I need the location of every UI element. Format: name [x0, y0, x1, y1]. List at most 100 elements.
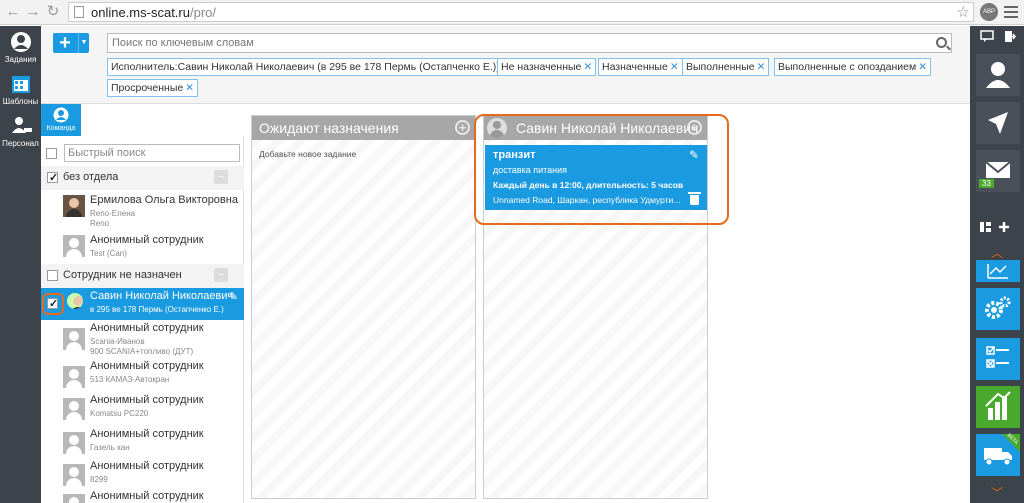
- employee-sub: Газель кан: [90, 443, 130, 452]
- settings-button[interactable]: [976, 288, 1020, 330]
- filter-tag-unassigned[interactable]: Не назначенные ✕: [497, 58, 597, 76]
- column-title: Ожидают назначения: [259, 120, 399, 136]
- employee-item[interactable]: Анонимный сотрудник Komatsu PC220: [41, 392, 244, 424]
- close-icon[interactable]: ✕: [185, 82, 194, 94]
- employee-sub2: 900 SCANIA+топливо (ДУТ): [90, 347, 194, 356]
- edit-icon[interactable]: ✎: [229, 290, 238, 303]
- collapse-icon[interactable]: –: [214, 170, 228, 184]
- close-icon[interactable]: ✕: [583, 61, 592, 73]
- quick-search-input[interactable]: Быстрый поиск: [64, 144, 240, 162]
- page-icon: [74, 6, 84, 18]
- filter-tag-label: Назначенные: [602, 61, 668, 73]
- employee-name: Анонимный сотрудник: [90, 490, 204, 502]
- employee-item[interactable]: Ермилова Ольга Викторовна Reno-Елена Ren…: [41, 192, 244, 228]
- nav-templates[interactable]: Шаблоны: [0, 70, 41, 112]
- close-icon[interactable]: ✕: [918, 61, 927, 73]
- close-icon[interactable]: ✕: [670, 61, 679, 73]
- highlight-ring: [42, 293, 64, 315]
- employee-name: Ермилова Ольга Викторовна: [90, 194, 238, 206]
- employee-item[interactable]: Анонимный сотрудник 8299: [41, 458, 244, 490]
- forward-icon[interactable]: →: [24, 3, 42, 21]
- employee-item[interactable]: Анонимный сотрудник: [41, 488, 244, 503]
- reports-button[interactable]: [976, 260, 1020, 282]
- user-circle-icon: [10, 32, 31, 52]
- filter-tag-overdue[interactable]: Просроченные ✕: [107, 79, 199, 97]
- employee-sub2: Reno: [90, 219, 110, 228]
- scroll-down-chevron-icon[interactable]: ﹀: [970, 484, 1024, 501]
- scroll-up-chevron-icon[interactable]: ︿: [970, 244, 1024, 261]
- employee-item[interactable]: Анонимный сотрудник Test (Can): [41, 232, 244, 264]
- employee-item[interactable]: Анонимный сотрудник Газель кан: [41, 426, 244, 458]
- add-circle-icon[interactable]: +: [455, 120, 470, 135]
- employee-name: Анонимный сотрудник: [90, 460, 204, 472]
- filter-tag-executor[interactable]: Исполнитель:Савин Николай Николаевич (в …: [107, 58, 504, 76]
- checklist-button[interactable]: [976, 338, 1020, 380]
- employee-item[interactable]: Анонимный сотрудник 513 КАМАЗ-Автокран: [41, 358, 244, 390]
- bookmark-star-icon[interactable]: ☆: [957, 3, 970, 21]
- close-icon[interactable]: ✕: [757, 61, 766, 73]
- filter-tag-label: Не назначенные: [501, 61, 582, 73]
- url-text: online.ms-scat.ru/pro/: [91, 5, 216, 20]
- employee-item[interactable]: Анонимный сотрудник Scania-Иванов 900 SC…: [41, 320, 244, 358]
- messages-button[interactable]: 33: [976, 150, 1020, 192]
- growth-chart-icon: [985, 391, 1011, 420]
- avatar: [63, 328, 85, 350]
- employee-item-selected[interactable]: Савин Николай Николаевич в 295 ве 178 Пе…: [41, 288, 244, 320]
- search-icon[interactable]: [936, 37, 947, 48]
- tab-team[interactable]: Команда: [41, 104, 81, 136]
- filter-tag-assigned[interactable]: Назначенные ✕: [598, 58, 683, 76]
- filter-tag-completed[interactable]: Выполненные ✕: [682, 58, 770, 76]
- logout-icon[interactable]: [1004, 30, 1016, 43]
- employee-sub: Reno-Елена: [90, 209, 136, 218]
- search-input[interactable]: Поиск по ключевым словам: [107, 33, 952, 53]
- chart-icon: [987, 264, 1008, 279]
- analytics-button[interactable]: [976, 386, 1020, 428]
- avatar: [63, 195, 85, 217]
- chat-icon[interactable]: [980, 30, 994, 43]
- calendar-icon: [11, 76, 30, 93]
- address-bar[interactable]: online.ms-scat.ru/pro/ ☆: [68, 2, 974, 22]
- collapse-icon[interactable]: –: [214, 268, 228, 282]
- reload-icon[interactable]: ↻: [44, 3, 62, 21]
- add-task-button[interactable]: + ▼: [53, 33, 89, 53]
- browser-toolbar: ← → ↻ online.ms-scat.ru/pro/ ☆ ABP: [0, 0, 1024, 25]
- group-checkbox[interactable]: [47, 171, 58, 184]
- filter-bar: + ▼ Поиск по ключевым словам Исполнитель…: [41, 26, 970, 104]
- nav-tasks-label: Задания: [4, 55, 37, 64]
- nav-tasks[interactable]: Задания: [0, 28, 41, 70]
- filter-tag-completed-late[interactable]: Выполненные с опозданием ✕: [774, 58, 932, 76]
- staff-icon: [11, 117, 32, 133]
- delivery-button[interactable]: BETA: [976, 432, 1020, 476]
- select-all-checkbox[interactable]: [46, 148, 57, 159]
- employee-sub: Scania-Иванов: [90, 337, 145, 346]
- filter-tag-label: Выполненные: [686, 61, 755, 73]
- employee-sub: 513 КАМАЗ-Автокран: [90, 375, 170, 384]
- filter-tag-label: Исполнитель:Савин Николай Николаевич (в …: [111, 61, 500, 73]
- group-label: без отдела: [63, 171, 119, 183]
- adblock-extension-icon[interactable]: ABP: [980, 3, 998, 21]
- avatar: [63, 432, 85, 454]
- group-unassigned[interactable]: Сотрудник не назначен –: [41, 264, 244, 288]
- filter-tag-label: Просроченные: [111, 82, 184, 94]
- plus-icon: +: [59, 32, 71, 54]
- quick-search: Быстрый поиск: [46, 144, 241, 162]
- back-icon[interactable]: ←: [4, 3, 22, 21]
- nav-templates-label: Шаблоны: [2, 97, 39, 106]
- group-checkbox[interactable]: [47, 270, 58, 281]
- browser-menu-icon[interactable]: [1004, 3, 1018, 21]
- column-awaiting-assignment: Ожидают назначения + Добавьте новое зада…: [251, 115, 476, 499]
- employee-sub: в 295 ве 178 Пермь (Остапченко Е.): [90, 305, 224, 314]
- nav-staff[interactable]: Персонал: [0, 112, 41, 154]
- profile-button[interactable]: [976, 54, 1020, 96]
- avatar: [63, 494, 85, 503]
- main-nav: Задания Шаблоны Персонал: [0, 26, 41, 503]
- group-no-department[interactable]: без отдела –: [41, 166, 244, 190]
- employee-name: Анонимный сотрудник: [90, 394, 204, 406]
- employee-sub: Test (Can): [90, 249, 127, 258]
- add-widget-icon[interactable]: [980, 220, 1014, 234]
- avatar: [63, 398, 85, 420]
- search-placeholder: Поиск по ключевым словам: [112, 37, 254, 49]
- chevron-down-icon[interactable]: ▼: [78, 33, 89, 53]
- navigate-button[interactable]: [976, 102, 1020, 144]
- employee-name: Анонимный сотрудник: [90, 360, 204, 372]
